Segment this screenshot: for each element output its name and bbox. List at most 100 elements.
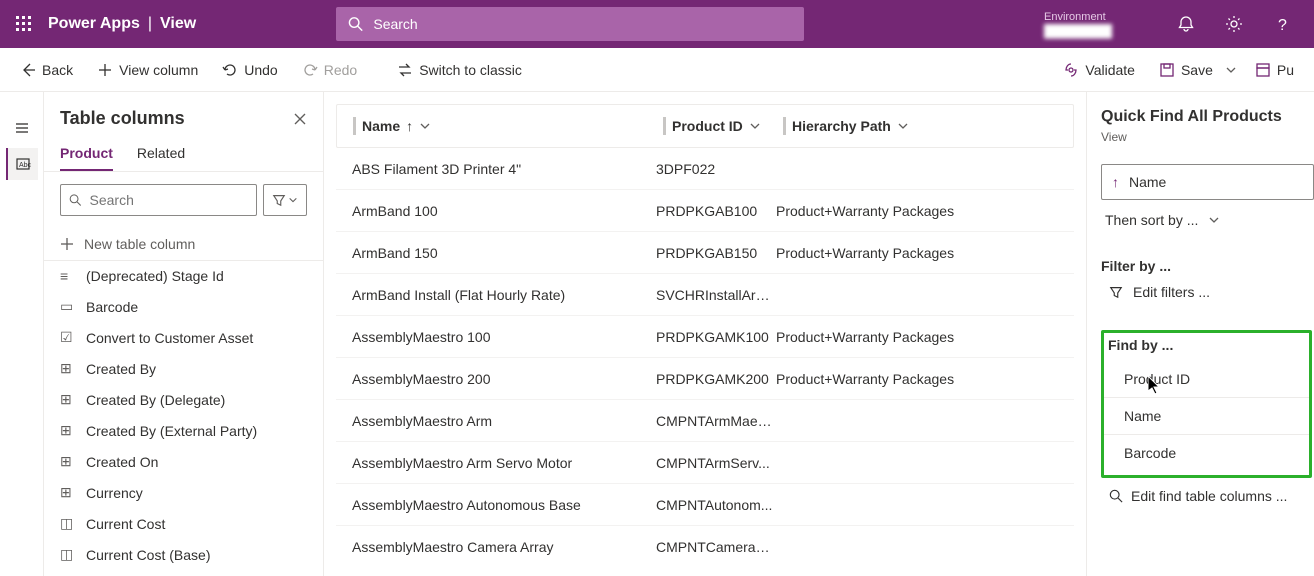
column-filter-button[interactable] [263, 184, 307, 216]
column-item-label: Barcode [86, 299, 138, 315]
sort-field[interactable]: ↑ Name [1101, 164, 1314, 200]
table-row[interactable]: ABS Filament 3D Printer 4"3DPF022 [336, 148, 1074, 190]
column-item[interactable]: ◫Current Cost [44, 508, 323, 539]
app-launcher-button[interactable] [8, 8, 40, 40]
then-sort-label: Then sort by ... [1105, 212, 1198, 228]
cell-product-id: 3DPF022 [656, 161, 776, 177]
svg-text:?: ? [1278, 17, 1287, 33]
publish-label: Pu [1277, 62, 1294, 78]
properties-title: Quick Find All Products [1101, 108, 1314, 126]
table-row[interactable]: AssemblyMaestro Camera ArrayCMPNTCameraA… [336, 526, 1074, 564]
notifications-button[interactable] [1162, 0, 1210, 48]
column-search[interactable] [60, 184, 257, 216]
col-header-product-id[interactable]: Product ID [657, 117, 777, 135]
table-row[interactable]: AssemblyMaestro ArmCMPNTArmMaes... [336, 400, 1074, 442]
filter-section-label: Filter by ... [1101, 258, 1314, 274]
cell-hierarchy: Product+Warranty Packages [776, 203, 1074, 219]
column-item[interactable]: ☑Convert to Customer Asset [44, 322, 323, 353]
global-search[interactable] [336, 7, 804, 41]
column-item[interactable]: ≡ (Deprecated) Stage Id [44, 261, 323, 291]
back-label: Back [42, 62, 73, 78]
rail-columns[interactable]: Abc [6, 148, 38, 180]
environment-label: Environment [1044, 10, 1112, 24]
cell-product-id: CMPNTArmServ... [656, 455, 776, 471]
cell-hierarchy: Product+Warranty Packages [776, 371, 1074, 387]
view-column-button[interactable]: View column [97, 62, 198, 78]
cell-name: AssemblyMaestro Arm [336, 413, 656, 429]
col-header-hierarchy[interactable]: Hierarchy Path [777, 117, 1073, 135]
column-item[interactable]: ⊞Created By (Delegate) [44, 384, 323, 415]
column-type-icon: ⊞ [60, 391, 76, 408]
column-item[interactable]: ⊞Created By (External Party) [44, 415, 323, 446]
environment-name: ████████ [1044, 24, 1112, 38]
table-row[interactable]: ArmBand Install (Flat Hourly Rate)SVCHRI… [336, 274, 1074, 316]
validate-icon [1063, 62, 1079, 78]
table-row[interactable]: AssemblyMaestro Autonomous BaseCMPNTAuto… [336, 484, 1074, 526]
settings-button[interactable] [1210, 0, 1258, 48]
find-by-item[interactable]: Barcode [1104, 435, 1309, 471]
switch-icon [397, 62, 413, 78]
new-column-label: New table column [84, 236, 195, 252]
validate-label: Validate [1085, 62, 1135, 78]
cell-name: AssemblyMaestro 100 [336, 329, 656, 345]
chevron-down-icon [288, 195, 298, 205]
column-item[interactable]: ▭ Barcode [44, 291, 323, 322]
edit-find-columns-button[interactable]: Edit find table columns ... [1101, 488, 1314, 504]
rail-hamburger[interactable] [6, 112, 38, 144]
table-row[interactable]: AssemblyMaestro Arm Servo MotorCMPNTArmS… [336, 442, 1074, 484]
save-button[interactable]: Save [1159, 62, 1213, 78]
sort-asc-icon: ↑ [1112, 174, 1119, 190]
then-sort-button[interactable]: Then sort by ... [1101, 212, 1314, 228]
find-by-item[interactable]: Name [1104, 398, 1309, 435]
column-item[interactable]: ⊞Created On [44, 446, 323, 477]
switch-classic-button[interactable]: Switch to classic [397, 62, 522, 78]
redo-label: Redo [324, 62, 357, 78]
publish-button[interactable]: Pu [1255, 62, 1294, 78]
sort-asc-icon: ↑ [406, 118, 413, 134]
redo-button[interactable]: Redo [302, 62, 357, 78]
column-item[interactable]: ⊞Created By [44, 353, 323, 384]
table-row[interactable]: ArmBand 100PRDPKGAB100Product+Warranty P… [336, 190, 1074, 232]
left-rail: Abc [0, 92, 44, 576]
filter-icon [272, 193, 286, 207]
environment-picker[interactable]: Environment ████████ [1044, 10, 1112, 38]
chevron-down-icon [419, 120, 431, 132]
column-item-label: Currency [86, 485, 143, 501]
column-type-icon: ≡ [60, 268, 76, 284]
tab-related[interactable]: Related [137, 137, 185, 171]
column-search-input[interactable] [88, 191, 248, 209]
cell-hierarchy: Product+Warranty Packages [776, 245, 1074, 261]
help-button[interactable]: ? [1258, 0, 1306, 48]
column-type-icon: ◫ [60, 546, 76, 563]
column-item-label: Current Cost [86, 516, 165, 532]
edit-filters-button[interactable]: Edit filters ... [1101, 284, 1314, 300]
find-by-item[interactable]: Product ID [1104, 361, 1309, 398]
global-header: Power Apps | View Environment ████████ ? [0, 0, 1314, 48]
column-item-label: (Deprecated) Stage Id [86, 268, 224, 284]
table-row[interactable]: ArmBand 150PRDPKGAB150Product+Warranty P… [336, 232, 1074, 274]
cell-product-id: PRDPKGAMK100 [656, 329, 776, 345]
cell-name: AssemblyMaestro Camera Array [336, 539, 656, 555]
validate-button[interactable]: Validate [1063, 62, 1135, 78]
column-item[interactable]: ◫Current Cost (Base) [44, 539, 323, 570]
tab-product[interactable]: Product [60, 137, 113, 171]
back-button[interactable]: Back [20, 62, 73, 78]
gear-icon [1225, 15, 1243, 33]
cell-name: AssemblyMaestro Autonomous Base [336, 497, 656, 513]
column-type-icon: ⊞ [60, 484, 76, 501]
header-section: View [160, 15, 196, 33]
cell-name: AssemblyMaestro Arm Servo Motor [336, 455, 656, 471]
column-type-icon: ▭ [60, 298, 76, 315]
global-search-input[interactable] [371, 15, 792, 33]
new-column-button[interactable]: New table column [44, 228, 323, 260]
col-hier-label: Hierarchy Path [792, 118, 891, 134]
column-item[interactable]: ⊞ Currency [44, 477, 323, 508]
close-pane-button[interactable] [293, 112, 307, 126]
save-dropdown[interactable] [1225, 64, 1243, 76]
col-header-name[interactable]: Name ↑ [337, 117, 657, 135]
table-row[interactable]: AssemblyMaestro 100PRDPKGAMK100Product+W… [336, 316, 1074, 358]
table-row[interactable]: AssemblyMaestro 200PRDPKGAMK200Product+W… [336, 358, 1074, 400]
undo-button[interactable]: Undo [222, 62, 277, 78]
column-type-icon: ⊞ [60, 453, 76, 470]
back-arrow-icon [20, 62, 36, 78]
